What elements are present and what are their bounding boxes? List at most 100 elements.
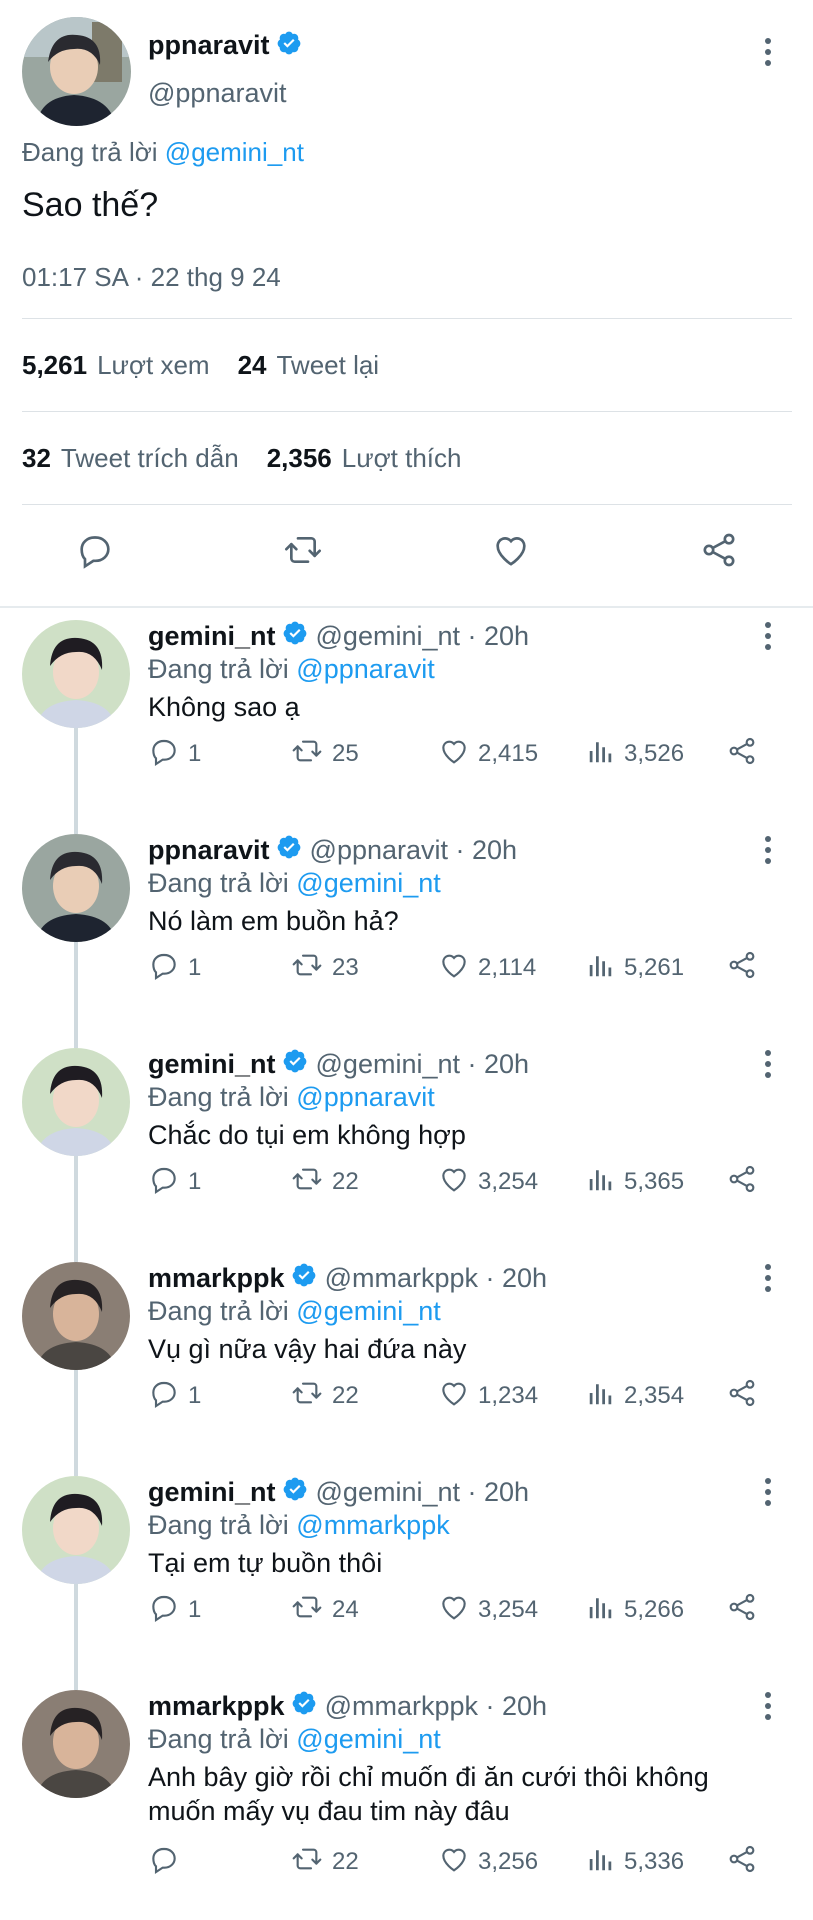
more-options-icon[interactable] <box>756 1474 780 1510</box>
like-icon <box>438 1591 478 1630</box>
retweets-count[interactable]: 24 <box>238 350 267 381</box>
share-button[interactable] <box>726 950 766 986</box>
author-name[interactable]: mmarkppk <box>148 1691 285 1722</box>
replying-to-mention[interactable]: @ppnaravit <box>296 1082 434 1112</box>
replying-to-mention[interactable]: @gemini_nt <box>296 868 440 898</box>
retweet-button[interactable]: 22 <box>290 1164 359 1200</box>
author-name[interactable]: ppnaravit <box>148 30 270 61</box>
views-button[interactable]: 3,526 <box>586 736 684 772</box>
author-name[interactable]: gemini_nt <box>148 621 276 652</box>
views-icon <box>586 950 624 987</box>
avatar[interactable] <box>22 834 130 942</box>
like-button[interactable]: 3,256 <box>438 1844 538 1880</box>
author-name[interactable]: mmarkppk <box>148 1263 285 1294</box>
views-button[interactable]: 5,365 <box>586 1164 684 1200</box>
share-button[interactable] <box>726 736 766 772</box>
likes-label[interactable]: Lượt thích <box>342 443 462 474</box>
reply-header: mmarkppk @mmarkppk · 20h <box>148 1690 547 1723</box>
author-name[interactable]: gemini_nt <box>148 1477 276 1508</box>
reply-button[interactable]: 1 <box>148 1164 201 1200</box>
reply-button[interactable]: 1 <box>148 736 201 772</box>
views-button[interactable]: 5,336 <box>586 1844 684 1880</box>
replying-to-mention[interactable]: @gemini_nt <box>296 1724 440 1754</box>
more-options-icon[interactable] <box>756 1688 780 1724</box>
author-handle-time[interactable]: @ppnaravit · 20h <box>310 835 518 866</box>
divider <box>22 318 792 319</box>
retweet-button[interactable]: 23 <box>290 950 359 986</box>
view-count: 5,261 <box>624 954 685 981</box>
quotes-count[interactable]: 32 <box>22 443 51 474</box>
retweets-label[interactable]: Tweet lại <box>276 350 379 381</box>
tweet-timestamp[interactable]: 01:17 SA · 22 thg 9 24 <box>22 262 281 293</box>
replying-to-mention[interactable]: @mmarkppk <box>296 1510 449 1540</box>
like-button[interactable]: 1,234 <box>438 1378 538 1414</box>
tweet-text: Vụ gì nữa vậy hai đứa này <box>148 1334 467 1364</box>
more-options-icon[interactable] <box>756 618 780 654</box>
author-handle-time[interactable]: @gemini_nt · 20h <box>316 621 530 652</box>
replying-to-mention[interactable]: @gemini_nt <box>165 137 304 167</box>
reply-tweet[interactable]: mmarkppk @mmarkppk · 20h Đang trả lời @g… <box>0 1250 813 1476</box>
views-label: Lượt xem <box>97 350 210 380</box>
reply-button[interactable]: 1 <box>148 1378 201 1414</box>
author-handle-time[interactable]: @mmarkppk · 20h <box>325 1263 547 1294</box>
quotes-label[interactable]: Tweet trích dẫn <box>61 443 239 474</box>
like-button[interactable]: 3,254 <box>438 1592 538 1628</box>
share-button[interactable] <box>726 1378 766 1414</box>
reply-button[interactable] <box>148 1844 188 1880</box>
reply-button[interactable]: 1 <box>148 1592 201 1628</box>
author-handle-time[interactable]: @mmarkppk · 20h <box>325 1691 547 1722</box>
reply-tweet[interactable]: ppnaravit @ppnaravit · 20h Đang trả lời … <box>0 822 813 1048</box>
retweet-count: 24 <box>332 1596 359 1623</box>
reply-tweet[interactable]: gemini_nt @gemini_nt · 20h Đang trả lời … <box>0 608 813 834</box>
avatar[interactable] <box>22 17 131 126</box>
retweet-button[interactable]: 22 <box>290 1378 359 1414</box>
retweet-icon[interactable] <box>278 525 328 575</box>
main-tweet: ppnaravit @ppnaravit Đang trả lời @gemin… <box>0 0 813 608</box>
replying-to-mention[interactable]: @ppnaravit <box>296 654 434 684</box>
like-icon[interactable] <box>486 525 536 575</box>
thread-line <box>74 1584 78 1690</box>
avatar[interactable] <box>22 1048 130 1156</box>
share-icon[interactable] <box>694 525 744 575</box>
like-count: 1,234 <box>478 1382 539 1409</box>
author-name[interactable]: gemini_nt <box>148 1049 276 1080</box>
reply-tweet[interactable]: mmarkppk @mmarkppk · 20h Đang trả lời @g… <box>0 1678 813 1892</box>
more-options-icon[interactable] <box>756 34 780 70</box>
replying-to-mention[interactable]: @gemini_nt <box>296 1296 440 1326</box>
author-name[interactable]: ppnaravit <box>148 835 270 866</box>
share-button[interactable] <box>726 1592 766 1628</box>
share-button[interactable] <box>726 1844 766 1880</box>
share-button[interactable] <box>726 1164 766 1200</box>
avatar[interactable] <box>22 1262 130 1370</box>
like-icon <box>438 1377 478 1416</box>
reply-count: 1 <box>188 1596 202 1623</box>
retweet-button[interactable]: 22 <box>290 1844 359 1880</box>
likes-count[interactable]: 2,356 <box>267 443 332 474</box>
like-button[interactable]: 2,114 <box>438 950 536 986</box>
reply-icon <box>148 1163 188 1202</box>
views-button[interactable]: 5,261 <box>586 950 684 986</box>
more-options-icon[interactable] <box>756 1046 780 1082</box>
views-button[interactable]: 5,266 <box>586 1592 684 1628</box>
reply-icon <box>148 949 188 988</box>
avatar[interactable] <box>22 1476 130 1584</box>
views-button[interactable]: 2,354 <box>586 1378 684 1414</box>
reply-header: mmarkppk @mmarkppk · 20h <box>148 1262 547 1295</box>
avatar[interactable] <box>22 1690 130 1798</box>
like-button[interactable]: 2,415 <box>438 736 538 772</box>
like-button[interactable]: 3,254 <box>438 1164 538 1200</box>
retweet-button[interactable]: 25 <box>290 736 359 772</box>
reply-icon[interactable] <box>70 525 120 575</box>
avatar[interactable] <box>22 620 130 728</box>
reply-button[interactable]: 1 <box>148 950 201 986</box>
like-count: 2,415 <box>478 740 539 767</box>
reply-tweet[interactable]: gemini_nt @gemini_nt · 20h Đang trả lời … <box>0 1464 813 1690</box>
more-options-icon[interactable] <box>756 832 780 868</box>
verified-badge-icon <box>291 1690 317 1723</box>
reply-tweet[interactable]: gemini_nt @gemini_nt · 20h Đang trả lời … <box>0 1036 813 1262</box>
author-handle-time[interactable]: @gemini_nt · 20h <box>316 1477 530 1508</box>
retweet-button[interactable]: 24 <box>290 1592 359 1628</box>
author-handle[interactable]: @ppnaravit <box>148 78 286 109</box>
more-options-icon[interactable] <box>756 1260 780 1296</box>
author-handle-time[interactable]: @gemini_nt · 20h <box>316 1049 530 1080</box>
